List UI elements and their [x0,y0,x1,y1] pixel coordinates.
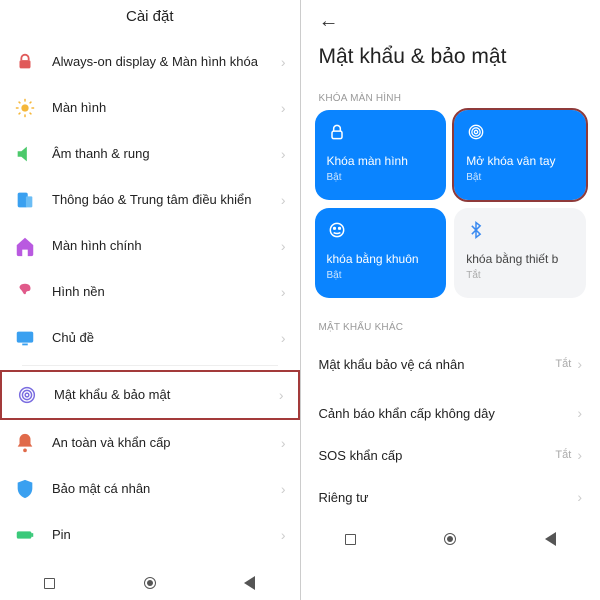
back-button[interactable] [244,576,255,590]
tile-label: khóa bằng khuôn [327,252,435,266]
lock-icon [14,51,36,73]
chevron-right-icon: › [281,146,286,162]
sidebar-item-security[interactable]: Mật khẩu & bảo mật › [0,370,300,420]
sidebar-item-wallpaper[interactable]: Hình nền › [0,269,300,315]
item-label: Âm thanh & rung [52,146,281,163]
item-label: Always-on display & Màn hình khóa [52,54,281,71]
home-icon [14,235,36,257]
sidebar-item-aod[interactable]: Always-on display & Màn hình khóa › [0,39,300,85]
sidebar-item-display[interactable]: Màn hình › [0,85,300,131]
tile-status: Bật [327,270,435,281]
face-icon [327,220,435,242]
item-label: Màn hình chính [52,238,281,255]
page-title: Cài đặt [0,0,300,39]
sun-icon [14,97,36,119]
chevron-right-icon: › [281,435,286,451]
other-password-list: Mật khẩu bảo vệ cá nhân Tắt › Cảnh báo k… [301,339,600,522]
sidebar-item-themes[interactable]: Chủ đề › [0,315,300,361]
item-label: Pin [52,527,281,544]
chevron-right-icon: › [281,330,286,346]
chevron-right-icon: › [577,447,582,463]
bell-icon [14,432,36,454]
wallpaper-icon [14,281,36,303]
chevron-right-icon: › [279,387,284,403]
tile-label: Mở khóa vân tay [466,154,574,168]
tile-status: Bật [327,172,435,183]
sidebar-item-sound[interactable]: Âm thanh & rung › [0,131,300,177]
row-label: Cảnh báo khẩn cấp không dây [319,406,572,421]
back-button[interactable] [545,532,556,546]
sidebar-item-emergency[interactable]: An toàn và khẩn cấp › [0,420,300,466]
chevron-right-icon: › [281,481,286,497]
row-privacy[interactable]: Riêng tư › [301,476,600,518]
chevron-right-icon: › [281,192,286,208]
row-label: SOS khẩn cấp [319,448,556,463]
tile-status: Bật [466,172,574,183]
row-status: Tắt [555,358,571,370]
tile-device-unlock[interactable]: khóa bằng thiết b Tắt [454,208,586,298]
sidebar-item-notifications[interactable]: Thông báo & Trung tâm điều khiển › [0,177,300,223]
android-nav-bar [301,522,600,556]
tile-fingerprint-unlock[interactable]: Mở khóa vân tay Bật [454,110,586,200]
settings-list: Always-on display & Màn hình khóa › Màn … [0,39,300,566]
lock-tiles-grid: Khóa màn hình Bật Mở khóa vân tay Bật kh… [301,110,600,298]
item-label: Chủ đề [52,330,281,347]
fingerprint-icon [16,384,38,406]
divider [22,365,278,366]
item-label: Thông báo & Trung tâm điều khiển [52,192,281,209]
chevron-right-icon: › [577,356,582,372]
page-title: Mật khẩu & bảo mật [301,35,600,87]
section-label-other: MẬT KHẨU KHÁC [301,316,600,339]
battery-icon [14,524,36,546]
chevron-right-icon: › [281,527,286,543]
tile-face-unlock[interactable]: khóa bằng khuôn Bật [315,208,447,298]
row-privacy-password[interactable]: Mật khẩu bảo vệ cá nhân Tắt › [301,343,600,385]
fingerprint-icon [466,122,574,144]
chevron-right-icon: › [577,489,582,505]
security-pane: ← Mật khẩu & bảo mật KHÓA MÀN HÌNH Khóa … [301,0,600,600]
android-nav-bar [0,566,300,600]
sound-icon [14,143,36,165]
tile-status: Tắt [466,270,574,281]
tile-label: Khóa màn hình [327,154,435,168]
row-label: Riêng tư [319,490,578,505]
sidebar-item-home[interactable]: Màn hình chính › [0,223,300,269]
bluetooth-icon [466,220,574,242]
chevron-right-icon: › [577,405,582,421]
row-sos[interactable]: SOS khẩn cấp Tắt › [301,434,600,476]
sidebar-item-privacy[interactable]: Bảo mật cá nhân › [0,466,300,512]
back-arrow-icon[interactable]: ← [315,6,339,35]
tile-screen-lock[interactable]: Khóa màn hình Bật [315,110,447,200]
row-status: Tắt [555,449,571,461]
item-label: Bảo mật cá nhân [52,481,281,498]
chevron-right-icon: › [281,54,286,70]
sidebar-item-battery[interactable]: Pin › [0,512,300,558]
item-label: Hình nền [52,284,281,301]
home-button[interactable] [444,533,456,545]
shield-icon [14,478,36,500]
chevron-right-icon: › [281,238,286,254]
home-button[interactable] [144,577,156,589]
padlock-icon [327,122,435,144]
row-label: Mật khẩu bảo vệ cá nhân [319,357,556,372]
theme-icon [14,327,36,349]
recent-apps-button[interactable] [345,534,356,545]
chevron-right-icon: › [281,100,286,116]
section-label-screenlock: KHÓA MÀN HÌNH [301,87,600,110]
item-label: Màn hình [52,100,281,117]
item-label: An toàn và khẩn cấp [52,435,281,452]
row-emergency-alert[interactable]: Cảnh báo khẩn cấp không dây › [301,385,600,434]
settings-pane: Cài đặt Always-on display & Màn hình khó… [0,0,300,600]
item-label: Mật khẩu & bảo mật [54,387,279,404]
recent-apps-button[interactable] [44,578,55,589]
chevron-right-icon: › [281,284,286,300]
tile-label: khóa bằng thiết b [466,252,574,266]
notification-icon [14,189,36,211]
